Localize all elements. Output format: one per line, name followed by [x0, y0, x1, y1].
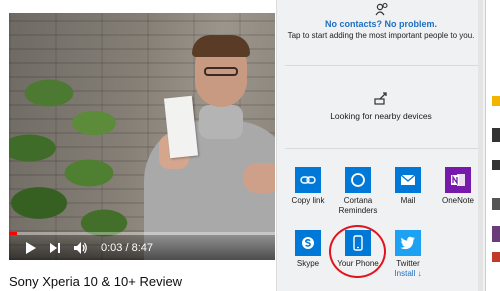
skype-icon	[295, 230, 321, 256]
play-icon[interactable]	[25, 241, 36, 254]
download-icon: ↓	[417, 269, 422, 278]
nearby-label: Looking for nearby devices	[330, 111, 432, 121]
cortana-icon	[345, 167, 371, 193]
divider	[285, 65, 478, 66]
video-title[interactable]: Sony Xperia 10 & 10+ Review	[9, 274, 182, 289]
nearby-share-icon	[374, 91, 390, 110]
video-hand-right	[243, 163, 275, 193]
next-icon[interactable]	[50, 242, 60, 253]
video-controls: 0:03 / 8:47	[9, 235, 275, 260]
share-app-label: Twitter	[396, 259, 420, 268]
video-player[interactable]	[9, 13, 275, 260]
panel-scrollbar[interactable]	[478, 0, 483, 291]
edge-block	[492, 96, 500, 106]
contacts-subtext: Tap to start adding the most important p…	[287, 31, 475, 40]
link-icon	[295, 167, 321, 193]
edge-block	[492, 128, 500, 142]
share-twitter[interactable]: Twitter Install ↓	[378, 230, 438, 279]
edge-block	[492, 198, 500, 210]
video-person-glasses	[204, 67, 238, 76]
edge-block	[492, 252, 500, 262]
video-time: 0:03 / 8:47	[101, 241, 153, 254]
edge-block	[492, 160, 500, 170]
install-label: Install	[394, 269, 416, 278]
video-plant	[9, 53, 159, 253]
background-window-edge	[485, 0, 500, 291]
twitter-install-link[interactable]: Install ↓	[378, 269, 438, 279]
video-person-neck	[199, 105, 243, 139]
contacts-heading[interactable]: No contacts? No problem.	[277, 19, 485, 29]
divider	[285, 148, 478, 149]
edge-block	[492, 226, 500, 242]
onenote-icon	[445, 167, 471, 193]
video-person-hair	[192, 35, 250, 57]
volume-icon[interactable]	[74, 241, 87, 254]
twitter-icon	[395, 230, 421, 256]
mail-icon	[395, 167, 421, 193]
highlight-circle	[329, 225, 386, 278]
